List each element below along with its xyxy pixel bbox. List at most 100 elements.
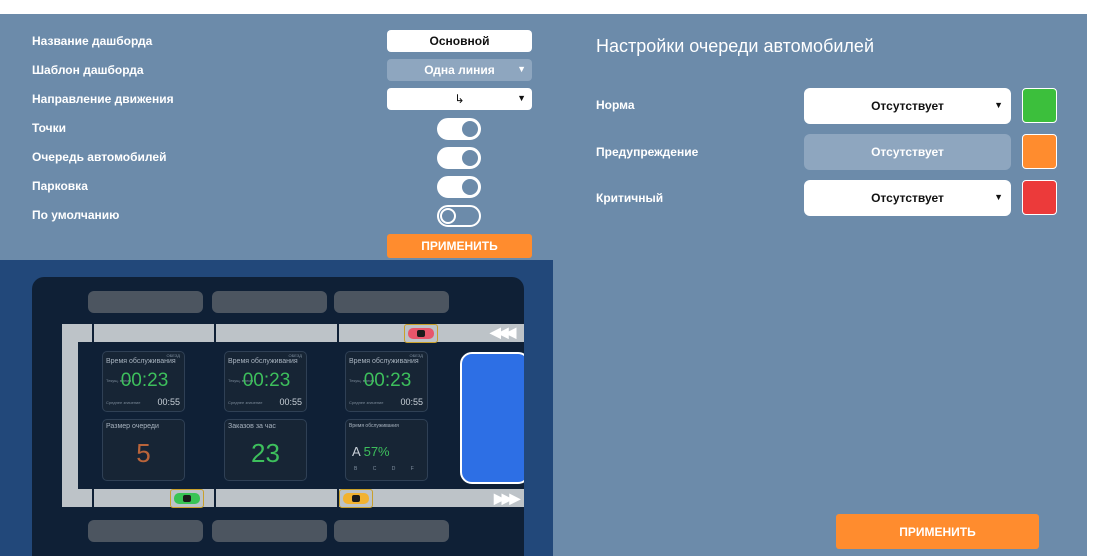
level-label-warning: Предупреждение [596, 145, 699, 159]
card-title: Время обслуживания [228, 358, 298, 365]
direction-label: Направление движения [32, 92, 174, 106]
level-value: Отсутствует [871, 145, 944, 159]
service-time-card: ОБЕЗД Время обслуживания Текущ. время 00… [102, 351, 185, 412]
name-row: Название дашборда [32, 29, 152, 53]
level-select-warning[interactable]: Отсутствует [804, 134, 1011, 170]
color-swatch-critical[interactable] [1022, 180, 1057, 215]
chevron-down-icon: ▼ [517, 64, 526, 74]
chevron-down-icon: ▼ [994, 192, 1003, 202]
parking-slot [88, 291, 203, 313]
parking-slot [334, 291, 449, 313]
default-toggle[interactable] [437, 205, 481, 227]
points-toggle[interactable] [437, 118, 481, 140]
queue-size-card: Размер очереди 5 [102, 419, 185, 481]
card-average: 00:55 [400, 397, 423, 407]
dashboard-preview: ◀◀◀ ▶▶▶ ОБЕЗД Время обслуживания Текущ. … [32, 277, 524, 556]
orders-value: 23 [251, 438, 280, 468]
chevron-down-icon: ▼ [994, 100, 1003, 110]
parking-slot [88, 520, 203, 542]
dashboard-preview-area: ◀◀◀ ▶▶▶ ОБЕЗД Время обслуживания Текущ. … [0, 260, 553, 556]
card-average: 00:55 [279, 397, 302, 407]
level-label-normal: Норма [596, 98, 635, 112]
card-time: 00:23 [120, 370, 169, 391]
card-fine-text: Среднее значение [106, 400, 141, 405]
orders-per-hour-card: Заказов за час 23 [224, 419, 307, 481]
queue-size-value: 5 [136, 438, 151, 468]
card-title: Время обслуживания [106, 358, 176, 365]
toggle-knob [462, 121, 478, 137]
lane-divider [214, 324, 216, 342]
queue-row: Очередь автомобилей [32, 145, 166, 169]
card-time: 00:23 [363, 370, 412, 391]
parking-row: Парковка [32, 174, 88, 198]
template-value: Одна линия [424, 63, 495, 77]
car-window [352, 495, 360, 502]
dashboard-template-select[interactable]: Одна линия ▼ [387, 59, 532, 81]
apply-queue-button[interactable]: ПРИМЕНИТЬ [836, 514, 1039, 549]
service-grade-card: Время обслуживания A 57% B C D F [345, 419, 428, 481]
direction-select[interactable]: ↳ ▼ [387, 88, 532, 110]
service-window [460, 352, 524, 484]
parking-slot [334, 520, 449, 542]
lane-divider [92, 324, 94, 342]
service-time-card: ОБЕЗД Время обслуживания Текущ. время 00… [345, 351, 428, 412]
dashboard-settings-panel: Название дашборда Основной Шаблон дашбор… [0, 14, 553, 260]
chevron-down-icon: ▼ [517, 93, 526, 103]
grade-scale: B C D F [354, 466, 421, 472]
lane-direction-left-icon: ◀◀◀ [490, 324, 516, 340]
card-title: Время обслуживания [349, 358, 419, 365]
dashboard-name-input[interactable]: Основной [387, 30, 532, 52]
toggle-knob [462, 150, 478, 166]
bottom-lane [62, 489, 524, 507]
grade-percent: 57% [363, 444, 390, 459]
card-average: 00:55 [157, 397, 180, 407]
lane-divider [214, 489, 216, 507]
car-window [183, 495, 191, 502]
card-title: Заказов за час [228, 423, 276, 430]
default-label: По умолчанию [32, 208, 120, 222]
level-value: Отсутствует [871, 191, 944, 205]
parking-slot [212, 520, 327, 542]
level-select-critical[interactable]: Отсутствует ▼ [804, 180, 1011, 216]
default-row: По умолчанию [32, 203, 119, 227]
points-row: Точки [32, 116, 66, 140]
card-title: Размер очереди [106, 423, 159, 430]
lane-divider [92, 489, 94, 507]
card-fine-text: Среднее значение [228, 400, 263, 405]
direction-arrow-icon: ↳ [454, 92, 465, 106]
parking-label: Парковка [32, 179, 88, 193]
points-label: Точки [32, 121, 66, 135]
template-row: Шаблон дашборда [32, 58, 144, 82]
car-icon [404, 324, 438, 343]
direction-row: Направление движения [32, 87, 174, 111]
queue-label: Очередь автомобилей [32, 150, 167, 164]
car-window [417, 330, 425, 337]
dashboard-template-label: Шаблон дашборда [32, 63, 144, 77]
color-swatch-warning[interactable] [1022, 134, 1057, 169]
toggle-knob [440, 208, 456, 224]
queue-toggle[interactable] [437, 147, 481, 169]
queue-settings-title: Настройки очереди автомобилей [596, 36, 874, 56]
parking-toggle[interactable] [437, 176, 481, 198]
queue-settings-panel: Настройки очереди автомобилей Норма Отсу… [553, 14, 1087, 556]
card-fine-text: Среднее значение [349, 400, 384, 405]
service-grade: A 57% [352, 444, 390, 459]
lane-divider [337, 324, 339, 342]
car-icon [170, 489, 204, 508]
level-label-critical: Критичный [596, 191, 664, 205]
parking-slot [212, 291, 327, 313]
left-lane [62, 324, 78, 503]
toggle-knob [462, 179, 478, 195]
grade-letter: A [352, 444, 360, 459]
level-value: Отсутствует [871, 99, 944, 113]
apply-dashboard-button[interactable]: ПРИМЕНИТЬ [387, 234, 532, 258]
dashboard-settings-screen: Название дашборда Основной Шаблон дашбор… [0, 14, 1105, 556]
top-lane [62, 324, 524, 342]
dashboard-name-label: Название дашборда [32, 34, 153, 48]
card-title: Время обслуживания [349, 423, 399, 429]
lane-direction-right-icon: ▶▶▶ [494, 490, 520, 506]
level-select-normal[interactable]: Отсутствует ▼ [804, 88, 1011, 124]
car-icon [339, 489, 373, 508]
color-swatch-normal[interactable] [1022, 88, 1057, 123]
page-edge [1087, 14, 1105, 556]
